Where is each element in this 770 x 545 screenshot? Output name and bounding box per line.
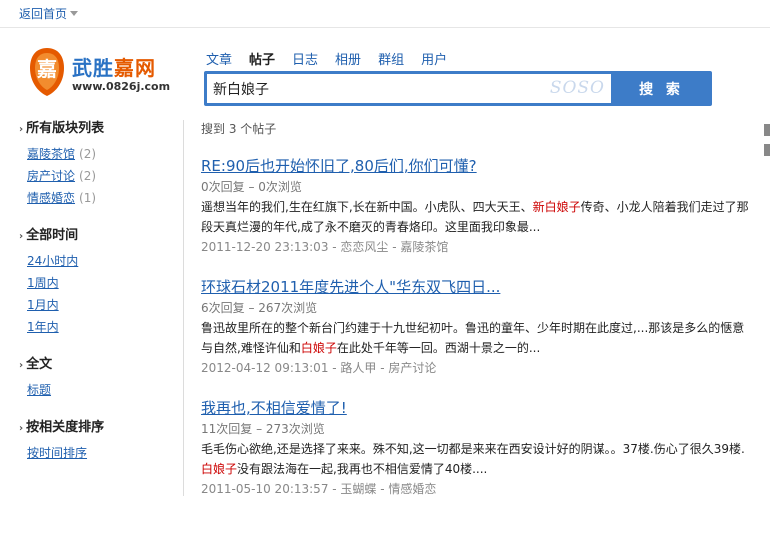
result-title-link[interactable]: 我再也,不相信爱情了! [201, 397, 347, 419]
sort-filter-link[interactable]: 按时间排序 [27, 446, 87, 460]
tab-groups[interactable]: 群组 [378, 49, 404, 68]
time-filter-item: 1月内 [19, 294, 183, 316]
result-meta: 2011-05-10 20:13:57 - 玉蝴蝶 - 情感婚恋 [201, 482, 437, 496]
forum-filter-link[interactable]: 嘉陵茶馆 [27, 147, 75, 161]
top-bar: 返回首页 [0, 0, 770, 28]
time-filter-link[interactable]: 1月内 [27, 298, 59, 312]
filter-sidebar: › 所有版块列表 嘉陵茶馆 (2) 房产讨论 (2) 情感婚恋 (1) › 全部时间 24… [19, 120, 184, 496]
forum-filter-count: (1) [79, 191, 97, 205]
back-home-label: 返回首页 [19, 7, 68, 21]
forum-filter-heading: › 所有版块列表 [19, 120, 183, 138]
sort-filter-group: › 按相关度排序 按时间排序 [19, 419, 183, 464]
forum-filter-item: 情感婚恋 (1) [19, 187, 183, 209]
tab-users[interactable]: 用户 [421, 49, 447, 68]
time-filter-link[interactable]: 1年内 [27, 320, 59, 334]
highlighted-keyword: 白娘子 [201, 462, 238, 476]
result-item: 我再也,不相信爱情了! 11次回复 – 273次浏览 毛毛伤心欲绝,还是选择了来… [201, 397, 756, 499]
highlighted-keyword: 新白娘子 [532, 200, 581, 214]
result-snippet: 鲁迅故里所在的整个新台门约建于十九世纪初叶。鲁迅的童年、少年时期在此度过,...… [201, 321, 745, 355]
logo-name-part1: 武胜 [72, 56, 114, 80]
time-filter-link[interactable]: 24小时内 [27, 254, 78, 268]
time-filter-item: 1周内 [19, 272, 183, 294]
scope-filter-item: 标题 [19, 379, 183, 401]
logo-mark-char: 嘉 [36, 57, 57, 81]
tab-posts[interactable]: 帖子 [249, 49, 275, 68]
logo-mark-icon: 嘉 [30, 48, 64, 96]
arrow-right-icon: › [19, 231, 24, 242]
soso-watermark: SOSO [549, 78, 605, 98]
clipped-text-fragment [764, 144, 770, 156]
search-input-wrap: SOSO [207, 74, 611, 103]
result-meta: 2011-12-20 23:13:03 - 恋恋风尘 - 嘉陵茶馆 [201, 240, 449, 254]
search-button[interactable]: 搜 索 [614, 74, 709, 103]
forum-filter-link[interactable]: 房产讨论 [27, 169, 75, 183]
time-filter-item: 24小时内 [19, 250, 183, 272]
highlighted-keyword: 白娘子 [300, 341, 337, 355]
forum-filter-item: 嘉陵茶馆 (2) [19, 143, 183, 165]
forum-filter-count: (2) [79, 169, 97, 183]
search-box: SOSO 搜 索 [204, 71, 712, 106]
sort-filter-heading: › 按相关度排序 [19, 419, 183, 437]
back-home-link[interactable]: 返回首页 [19, 5, 79, 22]
search-results: 搜到 3 个帖子 RE:90后也开始怀旧了,80后们,你们可懂? 0次回复 – … [201, 120, 756, 518]
search-tabs: 文章 帖子 日志 相册 群组 用户 [206, 49, 464, 68]
result-stats: 11次回复 – 273次浏览 [201, 422, 325, 436]
forum-filter-count: (2) [79, 147, 97, 161]
clipped-right-panel [764, 124, 770, 164]
arrow-right-icon: › [19, 124, 24, 135]
time-filter-link[interactable]: 1周内 [27, 276, 59, 290]
result-count: 搜到 3 个帖子 [201, 122, 277, 136]
scope-filter-link[interactable]: 标题 [27, 383, 51, 397]
result-title-link[interactable]: 环球石材2011年度先进个人"华东双飞四日... [201, 276, 500, 298]
result-snippet: 毛毛伤心欲绝,还是选择了来来。殊不知,这一切都是来来在西安设计好的阴谋。。37楼… [201, 442, 745, 476]
result-item: 环球石材2011年度先进个人"华东双飞四日... 6次回复 – 267次浏览 鲁… [201, 276, 756, 378]
time-filter-heading: › 全部时间 [19, 227, 183, 245]
forum-filter-link[interactable]: 情感婚恋 [27, 191, 75, 205]
scope-filter-heading: › 全文 [19, 356, 183, 374]
result-title-link[interactable]: RE:90后也开始怀旧了,80后们,你们可懂? [201, 155, 477, 177]
time-filter-item: 1年内 [19, 316, 183, 338]
tab-articles[interactable]: 文章 [206, 49, 232, 68]
result-snippet: 遥想当年的我们,生在红旗下,长在新中国。小虎队、四大天王、新白娘子传奇、小龙人陪… [201, 200, 749, 234]
logo-url: www.0826j.com [72, 80, 171, 93]
forum-filter-item: 房产讨论 (2) [19, 165, 183, 187]
time-filter-group: › 全部时间 24小时内 1周内 1月内 1年内 [19, 227, 183, 338]
logo-name: 武胜嘉网 [72, 52, 156, 81]
site-logo[interactable]: 嘉 武胜嘉网 www.0826j.com [28, 46, 178, 102]
caret-down-icon [70, 11, 79, 16]
tab-albums[interactable]: 相册 [335, 49, 361, 68]
arrow-right-icon: › [19, 423, 24, 434]
forum-filter-group: › 所有版块列表 嘉陵茶馆 (2) 房产讨论 (2) 情感婚恋 (1) [19, 120, 183, 209]
tab-blogs[interactable]: 日志 [292, 49, 318, 68]
result-meta: 2012-04-12 09:13:01 - 路人甲 - 房产讨论 [201, 361, 437, 375]
result-stats: 0次回复 – 0次浏览 [201, 180, 302, 194]
result-item: RE:90后也开始怀旧了,80后们,你们可懂? 0次回复 – 0次浏览 遥想当年… [201, 155, 756, 257]
clipped-text-fragment [764, 124, 770, 136]
result-stats: 6次回复 – 267次浏览 [201, 301, 318, 315]
sort-filter-item: 按时间排序 [19, 442, 183, 464]
arrow-right-icon: › [19, 360, 24, 371]
logo-name-part2: 嘉网 [114, 56, 156, 80]
search-input[interactable] [207, 74, 547, 103]
scope-filter-group: › 全文 标题 [19, 356, 183, 401]
